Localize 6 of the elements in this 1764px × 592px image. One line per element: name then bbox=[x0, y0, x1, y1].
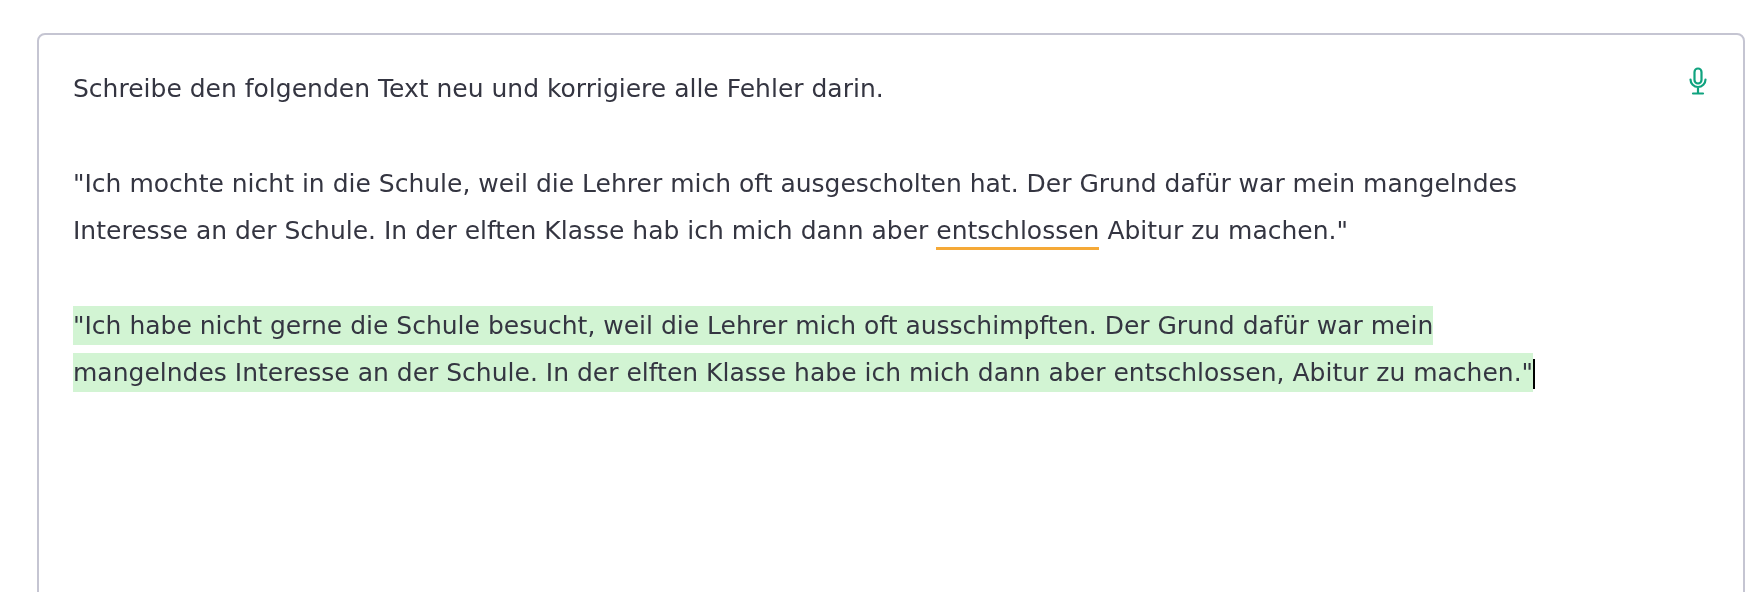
paragraph: Schreibe den folgenden Text neu und korrigiere alle Fehler darin. bbox=[73, 73, 885, 105]
microphone-button[interactable] bbox=[1687, 65, 1709, 97]
prompt-field[interactable] bbox=[37, 33, 1745, 592]
paragraph: "Ich mochte nicht in die Schule, weil die Lehrer mich oft ausgescholten hat. Der Grund dafür war mein mangelndes Interesse an der Schule. In der elften Klasse hab ich mich dann aber entschlossen Abitur zu machen." bbox=[73, 160, 1573, 254]
flagged-word[interactable]: entschlossen bbox=[936, 216, 1100, 250]
microphone-icon bbox=[1689, 67, 1707, 95]
